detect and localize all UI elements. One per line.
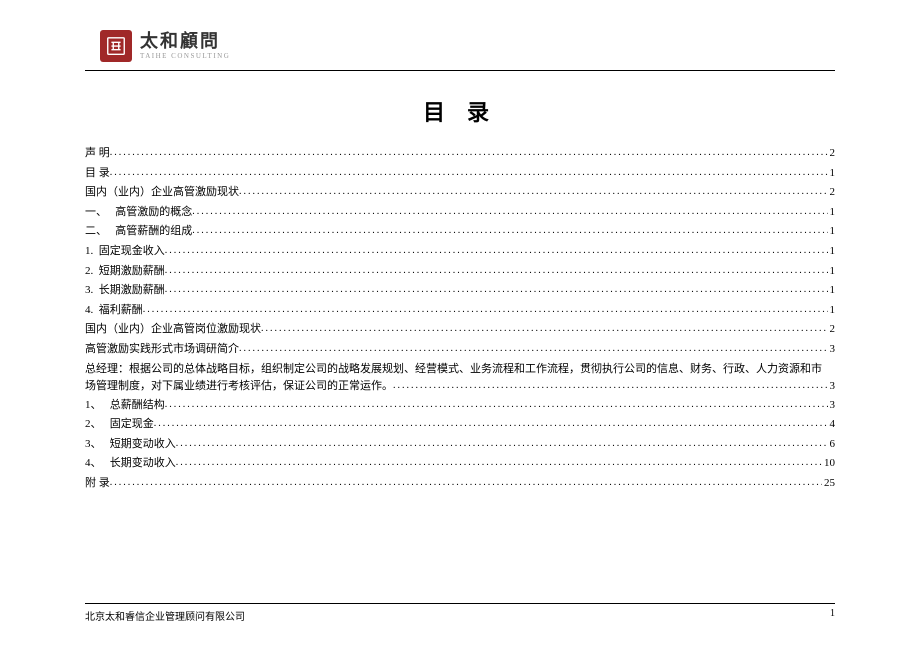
toc-entry-label: 国内（业内）企业高管岗位激励现状 <box>85 321 261 339</box>
toc-entry: 国内（业内）企业高管激励现状 2 <box>85 184 835 202</box>
toc-entry-label: 2、 固定现金 <box>85 416 154 434</box>
toc-entry: 1. 固定现金收入 1 <box>85 243 835 261</box>
toc-entry: 高管激励实践形式市场调研简介 3 <box>85 341 835 359</box>
toc-entry: 二、 高管薪酬的组成 1 <box>85 223 835 241</box>
toc-dots <box>393 378 828 394</box>
toc-dots <box>176 436 828 452</box>
toc-entry-label: 4、 长期变动收入 <box>85 455 176 473</box>
document-header: 太和顧問 TAIHE CONSULTING <box>85 0 835 71</box>
toc-entry-label: 2. 短期激励薪酬 <box>85 263 165 281</box>
toc-entry: 2. 短期激励薪酬 1 <box>85 263 835 281</box>
footer-page-number: 1 <box>830 608 835 623</box>
toc-page-number: 1 <box>828 263 836 281</box>
toc-entry: 2、 固定现金 4 <box>85 416 835 434</box>
toc-dots <box>192 223 827 239</box>
toc-dots <box>165 282 828 298</box>
logo-subtitle: TAIHE CONSULTING <box>140 52 230 60</box>
toc-entry: 附 录 25 <box>85 475 835 493</box>
toc-page-number: 1 <box>828 223 836 241</box>
toc-page-number: 1 <box>828 282 836 300</box>
toc-page-number: 6 <box>828 436 836 454</box>
toc-entry: 国内（业内）企业高管岗位激励现状 2 <box>85 321 835 339</box>
toc-entry-label: 二、 高管薪酬的组成 <box>85 223 192 241</box>
toc-entry-label: 目 录 <box>85 165 110 183</box>
toc-dots <box>110 475 822 491</box>
toc-entry: 目 录 1 <box>85 165 835 183</box>
toc-page-number: 1 <box>828 302 836 320</box>
toc-dots <box>239 341 828 357</box>
toc-dots <box>192 204 827 220</box>
toc-dots <box>165 397 828 413</box>
toc-entry: 一、 高管激励的概念 1 <box>85 204 835 222</box>
logo-icon <box>100 30 132 62</box>
toc-entry: 4、 长期变动收入 10 <box>85 455 835 473</box>
toc-page-number: 1 <box>828 204 836 222</box>
toc-entry-label: 国内（业内）企业高管激励现状 <box>85 184 239 202</box>
toc-entry-label: 4. 福利薪酬 <box>85 302 143 320</box>
document-footer: 北京太和睿信企业管理顾问有限公司 1 <box>85 603 835 623</box>
toc-heading: 目 录 <box>0 95 920 127</box>
toc-entry-label: 一、 高管激励的概念 <box>85 204 192 222</box>
toc-entry-label: 附 录 <box>85 475 110 493</box>
toc-page-number: 3 <box>828 341 836 359</box>
toc-dots <box>176 455 822 471</box>
toc-entry: 3. 长期激励薪酬 1 <box>85 282 835 300</box>
toc-page-number: 2 <box>828 184 836 202</box>
toc-dots <box>110 165 828 181</box>
footer-company: 北京太和睿信企业管理顾问有限公司 <box>85 608 245 623</box>
toc-entry: 总经理：根据公司的总体战略目标，组织制定公司的战略发展规划、经营模式、业务流程和… <box>85 361 835 395</box>
toc-entry-label: 3、 短期变动收入 <box>85 436 176 454</box>
toc-entry: 声 明 2 <box>85 145 835 163</box>
toc-dots <box>110 145 828 161</box>
toc-list: 声 明2目 录1国内（业内）企业高管激励现状2一、 高管激励的概念1二、 高管薪… <box>0 145 920 493</box>
toc-page-number: 1 <box>828 165 836 183</box>
toc-dots <box>165 243 828 259</box>
logo-text-block: 太和顧問 TAIHE CONSULTING <box>140 32 230 60</box>
toc-entry: 3、 短期变动收入 6 <box>85 436 835 454</box>
toc-entry-label: 声 明 <box>85 145 110 163</box>
toc-dots <box>154 416 828 432</box>
toc-dots <box>239 184 828 200</box>
toc-entry-text: 场管理制度，对下属业绩进行考核评估，保证公司的正常运作。 <box>85 378 393 395</box>
toc-dots <box>165 263 828 279</box>
toc-page-number: 2 <box>828 321 836 339</box>
logo-title: 太和顧問 <box>140 32 230 50</box>
toc-entry: 4. 福利薪酬 1 <box>85 302 835 320</box>
toc-page-number: 4 <box>828 416 836 434</box>
toc-entry-text: 总经理：根据公司的总体战略目标，组织制定公司的战略发展规划、经营模式、业务流程和… <box>85 363 822 375</box>
toc-entry-label: 3. 长期激励薪酬 <box>85 282 165 300</box>
toc-page-number: 3 <box>828 378 836 395</box>
toc-dots <box>143 302 828 318</box>
toc-entry-label: 高管激励实践形式市场调研简介 <box>85 341 239 359</box>
toc-entry-label: 1. 固定现金收入 <box>85 243 165 261</box>
toc-page-number: 1 <box>828 243 836 261</box>
toc-page-number: 10 <box>822 455 835 473</box>
toc-page-number: 25 <box>822 475 835 493</box>
toc-entry: 1、 总薪酬结构 3 <box>85 397 835 415</box>
toc-page-number: 2 <box>828 145 836 163</box>
toc-dots <box>261 321 828 337</box>
toc-page-number: 3 <box>828 397 836 415</box>
toc-entry-label: 1、 总薪酬结构 <box>85 397 165 415</box>
